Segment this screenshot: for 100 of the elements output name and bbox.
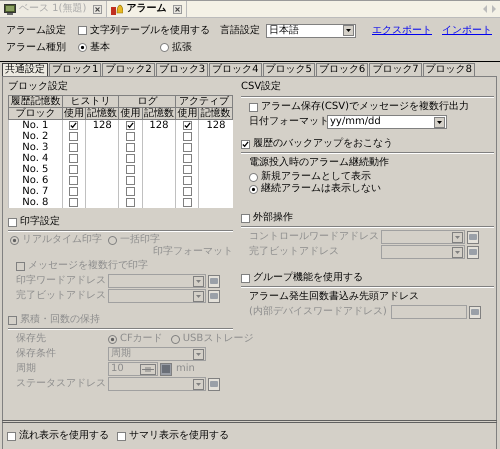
- monitor-icon: [4, 4, 16, 14]
- checkbox[interactable]: [69, 186, 78, 196]
- keypad-button[interactable]: [208, 290, 220, 302]
- radio-icon[interactable]: [78, 43, 87, 52]
- alarm-settings-label: アラーム設定: [6, 24, 67, 36]
- print-settings-checkbox[interactable]: 印字設定: [8, 216, 60, 228]
- unit-label: min: [176, 363, 195, 375]
- settings-tab[interactable]: ブロック5: [262, 63, 315, 76]
- table-header: アクティブ: [176, 96, 232, 108]
- keypad-button[interactable]: [160, 362, 172, 376]
- checkbox[interactable]: [182, 132, 192, 141]
- alarm-type-label: アラーム種別: [6, 42, 67, 54]
- address-heading: アラーム発生回数書込み先頭アドレス: [249, 291, 419, 303]
- checkbox[interactable]: [126, 142, 136, 152]
- checkbox[interactable]: [182, 142, 192, 152]
- field-label: 印字ワードアドレス: [16, 275, 107, 287]
- field-label: ステータスアドレス: [16, 378, 107, 390]
- spin-arrows-icon: [140, 364, 156, 374]
- settings-tab[interactable]: ブロック3: [156, 63, 208, 76]
- power-on-radio[interactable]: 新規アラームとして表示: [249, 171, 371, 183]
- radio-icon[interactable]: [249, 172, 258, 182]
- language-dropdown[interactable]: 日本語: [266, 24, 356, 38]
- address-field[interactable]: [391, 305, 467, 319]
- check-icon: [242, 140, 249, 148]
- power-on-radio[interactable]: 継続アラームは表示しない: [249, 183, 381, 195]
- address-dropdown[interactable]: [108, 377, 206, 391]
- settings-tab[interactable]: ブロック2: [102, 63, 155, 76]
- checkbox[interactable]: [69, 132, 78, 141]
- keypad-button[interactable]: [467, 230, 479, 244]
- checkbox[interactable]: [69, 154, 78, 163]
- field-label: コントロールワードアドレス: [249, 231, 380, 243]
- close-icon[interactable]: [93, 4, 102, 14]
- address-dropdown[interactable]: [381, 245, 465, 259]
- checkbox[interactable]: [69, 120, 78, 130]
- checkbox[interactable]: [126, 186, 136, 196]
- table-header: 履歴記憶数: [8, 96, 62, 108]
- string-table-checkbox[interactable]: 文字列テーブルを使用する: [78, 24, 210, 36]
- settings-tab[interactable]: 共通設定: [2, 63, 48, 76]
- checkbox[interactable]: [69, 176, 78, 185]
- backup-checkbox[interactable]: 履歴のバックアップをおこなう: [241, 138, 393, 150]
- table-cell: No. 8: [8, 197, 62, 208]
- address-dropdown[interactable]: [108, 289, 206, 303]
- external-operation-checkbox[interactable]: 外部操作: [241, 212, 293, 224]
- group-function-checkbox[interactable]: グループ機能を使用する: [241, 272, 363, 284]
- table-header: 記憶数: [198, 108, 232, 120]
- alarm-type-radio[interactable]: 拡張: [160, 42, 192, 54]
- checkbox[interactable]: [182, 164, 192, 174]
- checkbox[interactable]: [69, 198, 78, 207]
- date-format-dropdown[interactable]: yy/mm/dd: [327, 115, 447, 129]
- table-cell: No. 1: [8, 120, 62, 131]
- close-icon[interactable]: [173, 4, 182, 14]
- field-label: 完了ビットアドレス: [16, 290, 107, 302]
- checkbox[interactable]: [126, 132, 136, 141]
- checkbox[interactable]: [182, 186, 192, 196]
- checkbox[interactable]: [182, 198, 192, 207]
- settings-tab[interactable]: ブロック1: [49, 63, 102, 76]
- checkbox[interactable]: [126, 154, 136, 163]
- block-settings-title: ブロック設定: [8, 81, 68, 93]
- checkbox[interactable]: [69, 142, 78, 152]
- checkbox[interactable]: [182, 120, 192, 130]
- address-dropdown[interactable]: [381, 230, 465, 244]
- table-cell: 128: [86, 120, 119, 131]
- checkbox[interactable]: [182, 176, 192, 185]
- checkbox[interactable]: [126, 176, 136, 185]
- radio-icon[interactable]: [108, 236, 117, 244]
- radio-icon[interactable]: [249, 184, 258, 194]
- field-label: 保存条件: [16, 348, 57, 360]
- display-checkbox[interactable]: サマリ表示を使用する: [117, 430, 229, 442]
- keypad-icon: [162, 365, 170, 373]
- field-label: (内部デバイスワードアドレス): [249, 306, 388, 318]
- date-format-label: 日付フォーマット: [249, 116, 327, 128]
- table-cell: 128: [198, 120, 232, 131]
- table-cell: No. 2: [8, 131, 62, 142]
- alarm-type-radio[interactable]: 基本: [78, 42, 110, 54]
- settings-tab[interactable]: ブロック8: [422, 63, 475, 76]
- settings-tab[interactable]: ブロック7: [369, 63, 422, 76]
- keypad-icon: [469, 249, 477, 255]
- table-cell: No. 4: [8, 153, 62, 164]
- checkbox[interactable]: [182, 154, 192, 163]
- link[interactable]: インポート: [442, 24, 492, 36]
- link[interactable]: エクスポート: [372, 24, 432, 36]
- checkbox[interactable]: [69, 164, 78, 174]
- radio-icon[interactable]: [10, 236, 19, 244]
- address-dropdown[interactable]: [108, 274, 206, 288]
- checkbox[interactable]: [126, 164, 136, 174]
- table-header: ヒストリ: [62, 96, 119, 108]
- keypad-icon: [469, 234, 477, 240]
- radio-icon[interactable]: [160, 43, 169, 52]
- display-checkbox[interactable]: 流れ表示を使用する: [7, 430, 109, 442]
- settings-tab[interactable]: ブロック4: [209, 63, 262, 76]
- settings-tab[interactable]: ブロック6: [316, 63, 368, 76]
- keypad-button[interactable]: [469, 306, 481, 318]
- keypad-button[interactable]: [208, 274, 220, 288]
- keypad-button[interactable]: [208, 378, 220, 390]
- checkbox[interactable]: [126, 198, 136, 207]
- table-cell: No. 6: [8, 175, 62, 186]
- destination-label: 保存先: [16, 333, 47, 345]
- checkbox[interactable]: [126, 120, 136, 130]
- csv-multiline-checkbox[interactable]: アラーム保存(CSV)でメッセージを複数行出力: [249, 101, 469, 113]
- keypad-button[interactable]: [467, 246, 479, 258]
